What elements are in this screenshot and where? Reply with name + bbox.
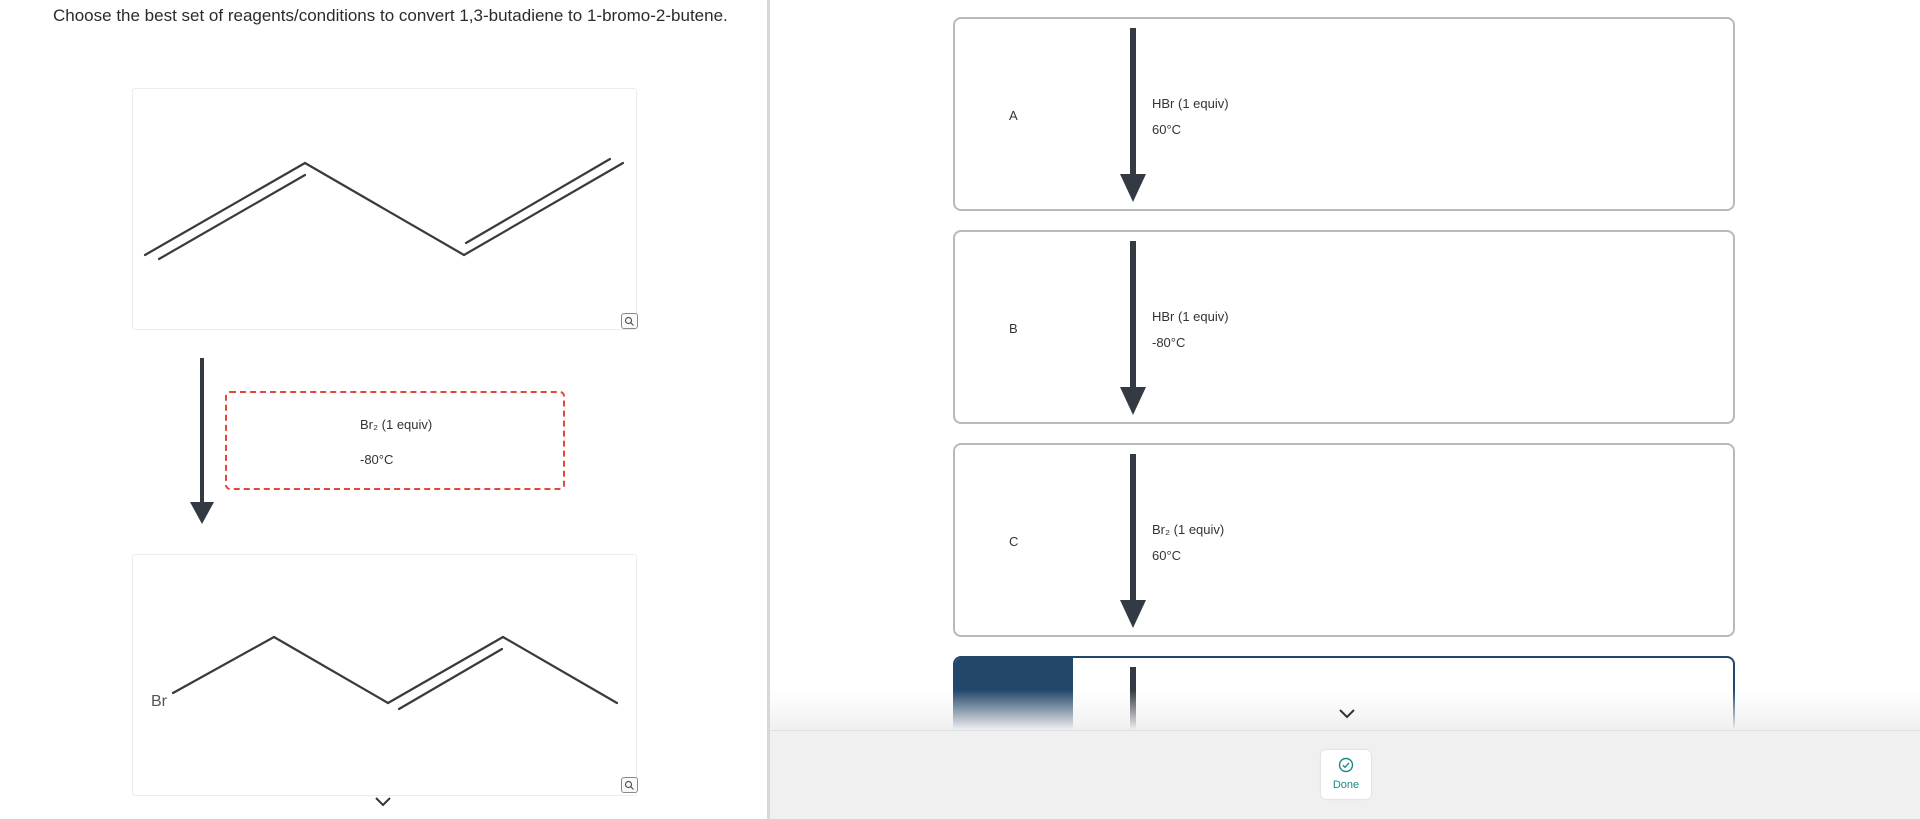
down-arrow-icon: [1120, 454, 1146, 628]
footer-bar: Done: [770, 730, 1920, 819]
option-b[interactable]: B HBr (1 equiv) -80°C: [953, 230, 1735, 424]
option-reagent: HBr (1 equiv): [1152, 96, 1229, 111]
reagent-line-1: Br₂ (1 equiv): [360, 417, 433, 432]
down-arrow-icon: [1120, 241, 1146, 415]
check-circle-icon: [1338, 757, 1354, 773]
bromobutene-structure: [171, 635, 619, 711]
product-box: Br: [132, 554, 638, 796]
bromine-atom-label: Br: [151, 693, 167, 710]
done-button[interactable]: Done: [1321, 750, 1371, 799]
option-condition: 60°C: [1152, 122, 1182, 137]
option-letter: C: [1009, 534, 1019, 549]
done-label: Done: [1332, 779, 1360, 791]
option-letter: A: [1009, 108, 1018, 123]
options-panel: A HBr (1 equiv) 60°C B HBr (1 equiv) -80…: [770, 0, 1920, 819]
chevron-down-icon[interactable]: [1338, 708, 1356, 720]
option-condition: -80°C: [1152, 335, 1186, 350]
chevron-down-icon[interactable]: [374, 796, 392, 808]
question-panel: Choose the best set of reagents/conditio…: [0, 0, 767, 819]
butadiene-structure: [143, 157, 625, 261]
option-condition: 60°C: [1152, 548, 1182, 563]
option-a[interactable]: A HBr (1 equiv) 60°C: [953, 17, 1735, 211]
zoom-button-starting-material[interactable]: [621, 313, 638, 329]
question-text: Choose the best set of reagents/conditio…: [53, 6, 728, 25]
option-reagent: Br₂ (1 equiv): [1152, 522, 1225, 537]
option-letter: B: [1009, 321, 1018, 336]
reagent-line-2: -80°C: [360, 452, 394, 467]
magnifier-icon: [624, 316, 634, 326]
zoom-button-product[interactable]: [621, 777, 638, 793]
option-c[interactable]: C Br₂ (1 equiv) 60°C: [953, 443, 1735, 637]
reaction-arrow: [190, 358, 214, 524]
option-reagent: HBr (1 equiv): [1152, 309, 1229, 324]
reagent-drop-zone[interactable]: Br₂ (1 equiv) -80°C: [225, 391, 565, 490]
down-arrow-icon: [1120, 28, 1146, 202]
magnifier-icon: [624, 780, 634, 790]
starting-material-box: [132, 88, 638, 330]
